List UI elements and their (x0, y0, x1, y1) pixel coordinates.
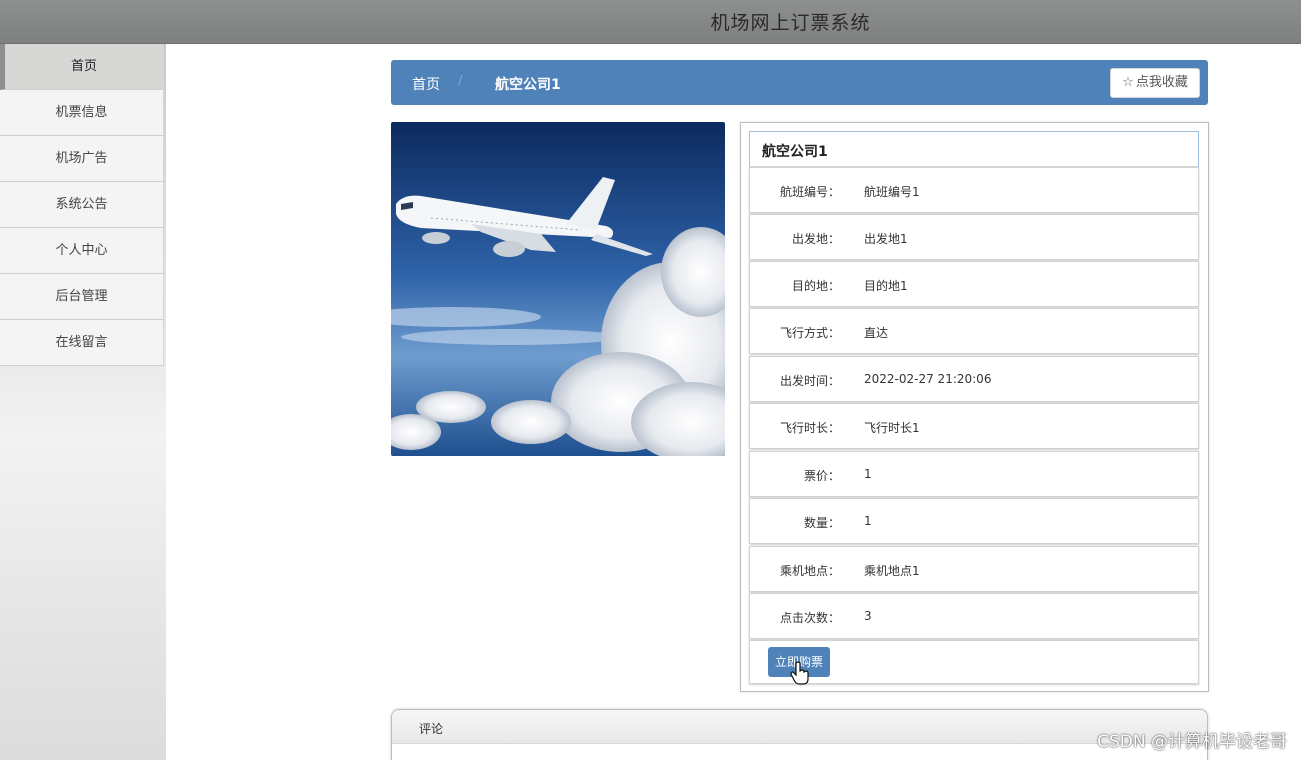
row-value: 目的地1 (864, 279, 908, 293)
row-label: 数量： (803, 516, 840, 530)
detail-row-destination: 目的地： 目的地1 (749, 261, 1199, 307)
sidebar-item-admin[interactable]: 后台管理 (0, 274, 164, 320)
breadcrumb-home-link[interactable]: 首页 (412, 74, 440, 94)
row-label: 飞行方式： (779, 326, 840, 340)
favorite-button[interactable]: ☆ 点我收藏 (1110, 68, 1200, 98)
sidebar-item-home[interactable]: 首页 (0, 44, 164, 90)
detail-row-boarding-location: 乘机地点： 乘机地点1 (749, 546, 1199, 592)
breadcrumb: 首页 / 航空公司1 ☆ 点我收藏 (391, 60, 1208, 105)
sidebar-item-personal-center[interactable]: 个人中心 (0, 228, 164, 274)
detail-row-quantity: 数量： 1 (749, 498, 1199, 544)
detail-row-departure-time: 出发时间： 2022-02-27 21:20:06 (749, 356, 1199, 402)
row-label: 目的地： (791, 279, 840, 293)
row-value: 直达 (864, 326, 889, 340)
row-value: 2022-02-27 21:20:06 (864, 372, 992, 386)
sidebar-item-announcements[interactable]: 系统公告 (0, 182, 164, 228)
detail-row-flight-type: 飞行方式： 直达 (749, 308, 1199, 354)
comment-section-title: 评论 (392, 710, 1207, 744)
row-label: 票价： (803, 469, 840, 483)
row-label: 点击次数： (779, 611, 840, 625)
row-label: 航班编号： (779, 185, 840, 199)
row-value: 出发地1 (864, 232, 908, 246)
airplane-image (391, 122, 725, 456)
row-value: 飞行时长1 (864, 421, 920, 435)
sidebar: 首页 机票信息 机场广告 系统公告 个人中心 后台管理 在线留言 (0, 44, 166, 760)
detail-title: 航空公司1 (749, 131, 1199, 167)
row-label: 乘机地点： (779, 564, 840, 578)
detail-row-price: 票价： 1 (749, 451, 1199, 497)
flight-detail-panel: 航空公司1 航班编号： 航班编号1 出发地： 出发地1 目的地： 目的地1 飞行… (740, 122, 1209, 692)
detail-row-duration: 飞行时长： 飞行时长1 (749, 403, 1199, 449)
detail-row-actions: 立即购票 (749, 640, 1199, 685)
row-label: 出发时间： (779, 374, 840, 388)
detail-row-departure: 出发地： 出发地1 (749, 214, 1199, 260)
row-value: 航班编号1 (864, 185, 920, 199)
sidebar-item-messages[interactable]: 在线留言 (0, 320, 164, 366)
row-value: 1 (864, 467, 872, 481)
watermark: CSDN @计算机毕设老哥 (1097, 732, 1287, 752)
row-value: 3 (864, 609, 872, 623)
sidebar-item-flight-tickets[interactable]: 机票信息 (0, 90, 164, 136)
row-label: 出发地： (791, 232, 840, 246)
detail-row-click-count: 点击次数： 3 (749, 593, 1199, 639)
comment-section: 评论 (391, 709, 1208, 760)
top-header: 机场网上订票系统 (0, 0, 1301, 44)
app-title: 机场网上订票系统 (710, 12, 871, 34)
detail-row-flight-number: 航班编号： 航班编号1 (749, 167, 1199, 213)
row-label: 飞行时长： (779, 421, 840, 435)
row-value: 1 (864, 514, 872, 528)
breadcrumb-current: 航空公司1 (495, 77, 561, 93)
breadcrumb-separator: / (458, 74, 463, 89)
star-outline-icon: ☆ (1122, 75, 1134, 90)
row-value: 乘机地点1 (864, 564, 920, 578)
favorite-button-label: 点我收藏 (1135, 75, 1188, 90)
sidebar-item-airport-ads[interactable]: 机场广告 (0, 136, 164, 182)
hand-cursor-icon (790, 661, 809, 685)
